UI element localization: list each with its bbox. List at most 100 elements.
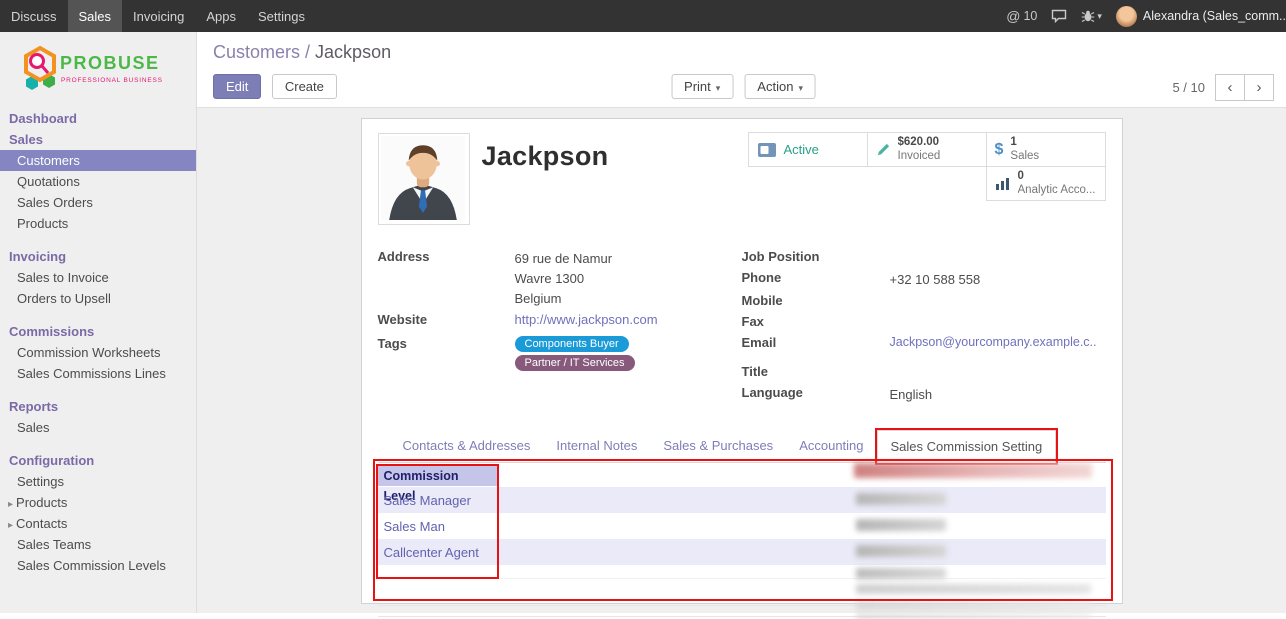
address-line1: 69 rue de Namur — [515, 249, 613, 269]
pager-count: 5 / 10 — [1172, 80, 1205, 95]
email-field: Email Jackpson@yourcompany.example.c.. — [742, 335, 1106, 353]
sidebar-item-label: Products — [16, 495, 67, 510]
invoiced-stat-button[interactable]: $620.00 Invoiced — [867, 132, 987, 167]
job-position-field: Job Position — [742, 249, 1106, 267]
fax-label: Fax — [742, 314, 890, 332]
active-stat-button[interactable]: Active — [748, 132, 868, 167]
create-button[interactable]: Create — [272, 74, 337, 99]
fax-field: Fax — [742, 314, 1106, 332]
breadcrumb-customers-link[interactable]: Customers — [213, 42, 300, 62]
customer-form-sheet: Jackpson Active $620.00 Invoiced — [361, 118, 1123, 604]
address-line3: Belgium — [515, 289, 613, 309]
phone-label: Phone — [742, 270, 890, 290]
magnifier-icon — [31, 55, 44, 68]
website-field: Website http://www.jackpson.com — [378, 312, 742, 330]
dollar-icon: $ — [995, 141, 1004, 159]
redacted-cell-blur — [856, 584, 1091, 594]
table-row[interactable]: Sales Man — [378, 513, 1106, 539]
address-field: Address 69 rue de Namur Wavre 1300 Belgi… — [378, 249, 742, 309]
breadcrumb-current: Jackpson — [315, 42, 391, 62]
analytic-stat-button[interactable]: 0 Analytic Acco... — [986, 166, 1106, 201]
email-link[interactable]: Jackpson@yourcompany.example.c.. — [890, 335, 1097, 353]
main-area: Customers/Jackpson Edit Create Print▾ Ac… — [197, 32, 1286, 613]
print-dropdown-button[interactable]: Print▾ — [671, 74, 733, 99]
messages-button[interactable] — [1051, 9, 1067, 23]
sidebar-item-commission-worksheets[interactable]: Commission Worksheets — [0, 342, 196, 363]
phone-field: Phone +32 10 588 558 — [742, 270, 1106, 290]
pager-previous-button[interactable]: ‹ — [1215, 74, 1245, 101]
language-label: Language — [742, 385, 890, 405]
sidebar-section-invoicing[interactable]: Invoicing — [0, 246, 196, 267]
right-field-column: Job Position Phone +32 10 588 558 Mobile… — [742, 249, 1106, 408]
active-stat-label: Active — [784, 142, 819, 157]
commission-level-column-header[interactable]: Commission Level — [378, 466, 498, 486]
sales-stat-button[interactable]: $ 1 Sales — [986, 132, 1106, 167]
tab-sales-purchases[interactable]: Sales & Purchases — [650, 430, 786, 463]
sidebar-section-configuration[interactable]: Configuration — [0, 450, 196, 471]
sidebar-section-sales[interactable]: Sales — [0, 129, 196, 150]
analytic-value: 0 — [1018, 170, 1096, 183]
menu-sales[interactable]: Sales — [68, 0, 123, 32]
invoiced-value: $620.00 — [898, 136, 941, 149]
sidebar-item-reports-sales[interactable]: Sales — [0, 417, 196, 438]
sidebar-item-products[interactable]: Products — [0, 213, 196, 234]
sales-count-value: 1 — [1010, 136, 1039, 149]
tag-partner-it-services: Partner / IT Services — [515, 355, 635, 371]
menu-invoicing[interactable]: Invoicing — [122, 0, 195, 32]
control-panel: Customers/Jackpson Edit Create Print▾ Ac… — [197, 32, 1286, 108]
redacted-cell-blur — [856, 493, 946, 505]
sidebar-item-settings[interactable]: Settings — [0, 471, 196, 492]
user-menu[interactable]: Alexandra (Sales_comm.. — [1116, 6, 1286, 27]
sidebar-item-orders-to-upsell[interactable]: Orders to Upsell — [0, 288, 196, 309]
tab-accounting[interactable]: Accounting — [786, 430, 876, 463]
sidebar-item-customers[interactable]: Customers — [0, 150, 196, 171]
redacted-cell-blur — [856, 614, 1091, 619]
website-link[interactable]: http://www.jackpson.com — [515, 312, 658, 330]
sidebar-item-config-products[interactable]: ▸Products — [0, 492, 196, 513]
user-name: Alexandra (Sales_comm.. — [1143, 9, 1286, 23]
menu-settings[interactable]: Settings — [247, 0, 316, 32]
toggle-icon — [757, 142, 777, 158]
analytic-label: Analytic Acco... — [1018, 184, 1096, 197]
edit-button[interactable]: Edit — [213, 74, 261, 99]
job-position-label: Job Position — [742, 249, 890, 267]
sidebar-item-label: Contacts — [16, 516, 67, 531]
sidebar-item-sales-commissions-lines[interactable]: Sales Commissions Lines — [0, 363, 196, 384]
chat-bubble-icon — [1051, 9, 1067, 23]
sidebar-item-sales-teams[interactable]: Sales Teams — [0, 534, 196, 555]
table-row[interactable]: Callcenter Agent — [378, 539, 1106, 565]
sidebar-item-dashboard[interactable]: Dashboard — [0, 108, 196, 129]
sidebar-item-sales-to-invoice[interactable]: Sales to Invoice — [0, 267, 196, 288]
sidebar-item-quotations[interactable]: Quotations — [0, 171, 196, 192]
menu-apps[interactable]: Apps — [195, 0, 247, 32]
sidebar-item-sales-orders[interactable]: Sales Orders — [0, 192, 196, 213]
redacted-cell-blur — [856, 602, 1091, 609]
mention-counter[interactable]: @ 10 — [1006, 8, 1037, 24]
redacted-cell-blur — [856, 519, 946, 531]
tab-contacts-addresses[interactable]: Contacts & Addresses — [390, 430, 544, 463]
website-label: Website — [378, 312, 515, 330]
tab-internal-notes[interactable]: Internal Notes — [543, 430, 650, 463]
action-dropdown-button[interactable]: Action▾ — [744, 74, 816, 99]
top-navbar: Discuss Sales Invoicing Apps Settings @ … — [0, 0, 1286, 32]
redacted-cell-blur — [856, 545, 946, 557]
menu-discuss[interactable]: Discuss — [0, 0, 68, 32]
debug-menu-button[interactable]: ▾ — [1081, 10, 1102, 22]
sales-count-label: Sales — [1010, 150, 1039, 163]
tab-sales-commission-setting[interactable]: Sales Commission Setting — [877, 430, 1057, 463]
sidebar-section-reports[interactable]: Reports — [0, 396, 196, 417]
customer-photo — [378, 133, 470, 225]
sidebar-item-sales-commission-levels[interactable]: Sales Commission Levels — [0, 555, 196, 576]
control-buttons-row: Edit Create Print▾ Action▾ 5 / 10 ‹ › — [213, 74, 1274, 102]
title-label: Title — [742, 364, 890, 382]
sidebar-section-commissions[interactable]: Commissions — [0, 321, 196, 342]
sidebar-item-config-contacts[interactable]: ▸Contacts — [0, 513, 196, 534]
table-row[interactable]: Sales Manager — [378, 487, 1106, 513]
at-icon: @ — [1006, 8, 1020, 24]
bug-icon — [1081, 10, 1095, 22]
commission-levels-table: Commission Level Sales Manager Sales Man… — [378, 463, 1106, 614]
sheet-header: Jackpson Active $620.00 Invoiced — [378, 133, 1106, 225]
pager-next-button[interactable]: › — [1244, 74, 1274, 101]
redacted-cell-blur — [856, 568, 946, 579]
user-avatar — [1116, 6, 1137, 27]
